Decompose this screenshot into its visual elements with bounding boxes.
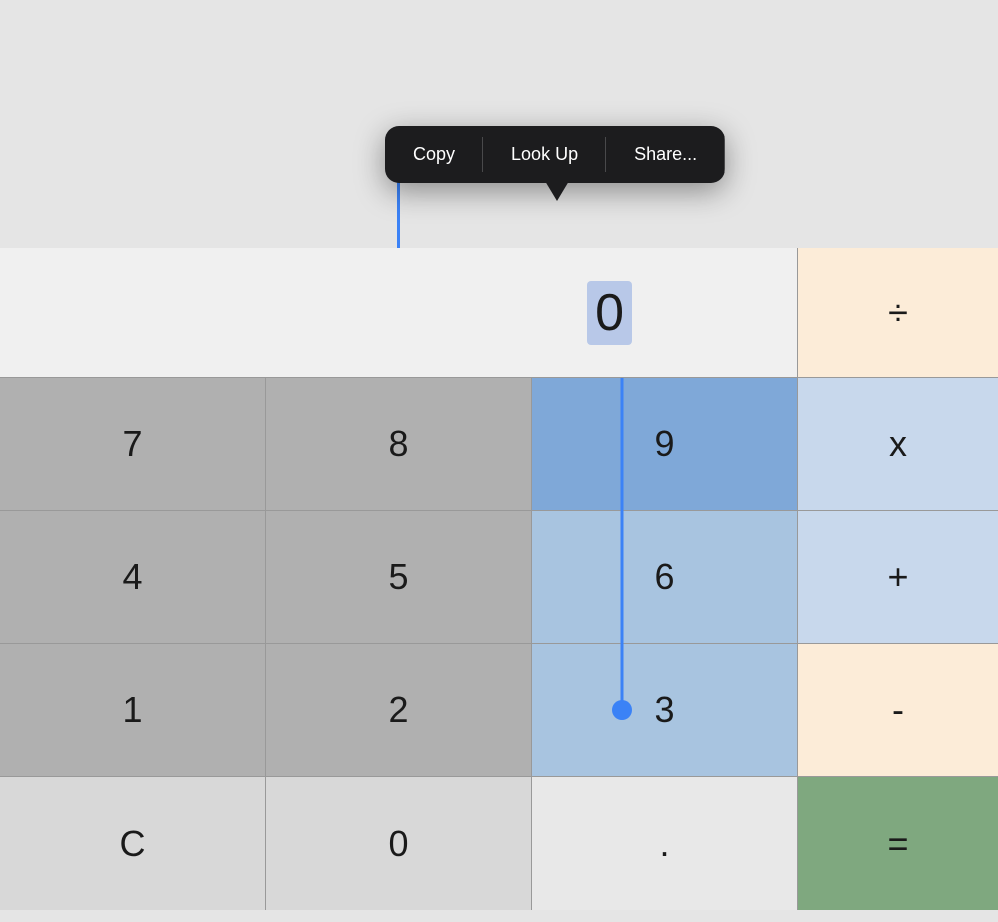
key-add[interactable]: + [798, 511, 998, 643]
share-menu-item[interactable]: Share... [606, 126, 725, 183]
display-main: 0 [0, 248, 798, 377]
key-7[interactable]: 7 [0, 378, 266, 510]
key-0[interactable]: 0 [266, 777, 532, 910]
key-row-456: 4 5 6 + [0, 511, 998, 644]
key-8[interactable]: 8 [266, 378, 532, 510]
key-9[interactable]: 9 [532, 378, 798, 510]
context-menu-arrow [545, 181, 569, 201]
divide-key[interactable]: ÷ [798, 248, 998, 377]
key-5[interactable]: 5 [266, 511, 532, 643]
key-dot[interactable]: . [532, 777, 798, 910]
key-subtract[interactable]: - [798, 644, 998, 776]
key-row-789: 7 8 9 x [0, 378, 998, 511]
key-equals[interactable]: = [798, 777, 998, 910]
key-2[interactable]: 2 [266, 644, 532, 776]
key-1[interactable]: 1 [0, 644, 266, 776]
display-row: 0 ÷ [0, 248, 998, 378]
key-clear[interactable]: C [0, 777, 266, 910]
copy-menu-item[interactable]: Copy [385, 126, 483, 183]
key-row-123: 1 2 3 - [0, 644, 998, 777]
key-6[interactable]: 6 [532, 511, 798, 643]
keypad: 7 8 9 x 4 5 6 + 1 2 3 - C 0 . = [0, 378, 998, 910]
key-3[interactable]: 3 [532, 644, 798, 776]
key-row-c0dot: C 0 . = [0, 777, 998, 910]
display-zero: 0 [587, 281, 632, 345]
key-4[interactable]: 4 [0, 511, 266, 643]
calculator: 0 ÷ 7 8 9 x 4 5 6 + 1 2 3 - [0, 248, 998, 922]
key-multiply[interactable]: x [798, 378, 998, 510]
context-menu: Copy Look Up Share... [385, 126, 725, 183]
lookup-menu-item[interactable]: Look Up [483, 126, 606, 183]
